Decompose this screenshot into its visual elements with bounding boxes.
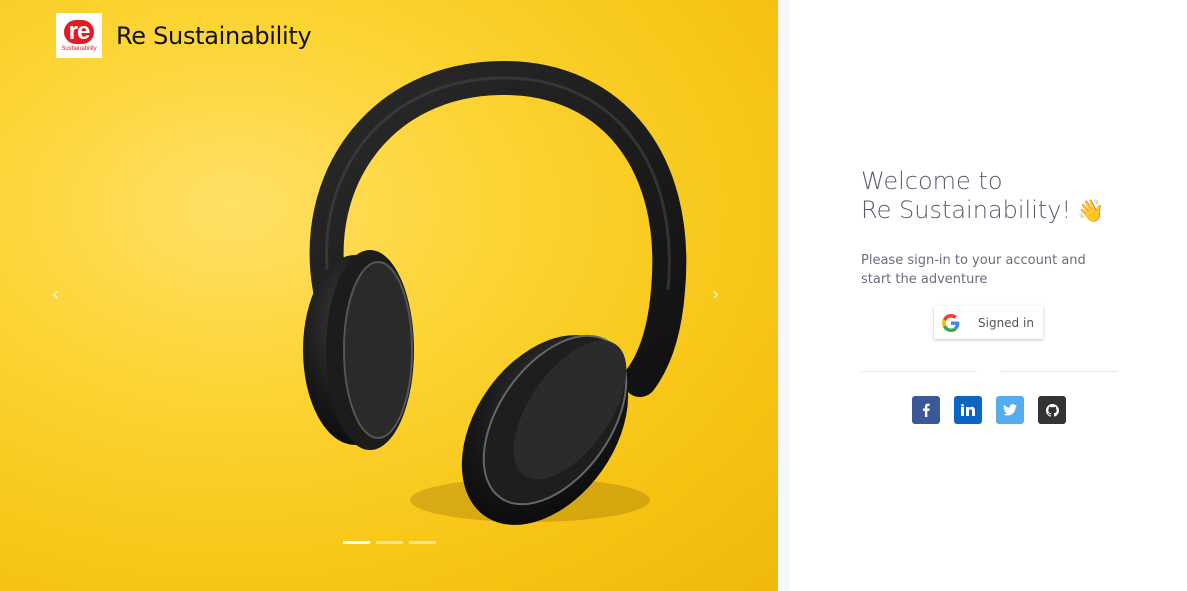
divider-left bbox=[861, 371, 977, 372]
carousel-indicators bbox=[343, 541, 436, 544]
chevron-left-icon[interactable]: ‹ bbox=[52, 284, 59, 305]
linkedin-icon bbox=[961, 404, 975, 416]
twitter-icon bbox=[1003, 404, 1017, 416]
chevron-right-icon[interactable]: › bbox=[712, 284, 719, 305]
carousel-indicator-1[interactable] bbox=[343, 541, 370, 544]
github-icon bbox=[1045, 403, 1059, 417]
carousel-indicator-2[interactable] bbox=[376, 541, 403, 544]
brand: re Sustainability Re Sustainability bbox=[56, 13, 312, 58]
social-buttons bbox=[912, 396, 1066, 424]
welcome-line-2-wrap: Re Sustainability! 👋 bbox=[861, 196, 1105, 226]
login-subtitle: Please sign-in to your account and start… bbox=[861, 253, 1086, 287]
twitter-button[interactable] bbox=[996, 396, 1024, 424]
logo-mark: re bbox=[63, 19, 95, 44]
linkedin-button[interactable] bbox=[954, 396, 982, 424]
logo-subtext: Sustainability bbox=[61, 45, 97, 52]
google-button-label: Signed in bbox=[978, 315, 1034, 330]
facebook-icon bbox=[922, 403, 930, 417]
waving-hand-icon: 👋 bbox=[1077, 199, 1105, 224]
login-panel: Welcome to Re Sustainability! 👋 Please si… bbox=[790, 0, 1187, 591]
welcome-heading: Welcome to Re Sustainability! 👋 bbox=[861, 167, 1105, 226]
headphones-image bbox=[303, 60, 687, 525]
divider-right bbox=[1001, 371, 1118, 372]
brand-name: Re Sustainability bbox=[116, 21, 312, 50]
google-sign-in-button[interactable]: Signed in bbox=[934, 306, 1043, 339]
github-button[interactable] bbox=[1038, 396, 1066, 424]
facebook-button[interactable] bbox=[912, 396, 940, 424]
carousel-indicator-3[interactable] bbox=[409, 541, 436, 544]
welcome-line-1: Welcome to bbox=[861, 167, 1003, 195]
carousel: re Sustainability Re Sustainability ‹ › bbox=[0, 0, 778, 591]
welcome-line-2: Re Sustainability! bbox=[861, 196, 1072, 224]
logo: re Sustainability bbox=[56, 13, 102, 58]
google-icon bbox=[942, 313, 960, 332]
